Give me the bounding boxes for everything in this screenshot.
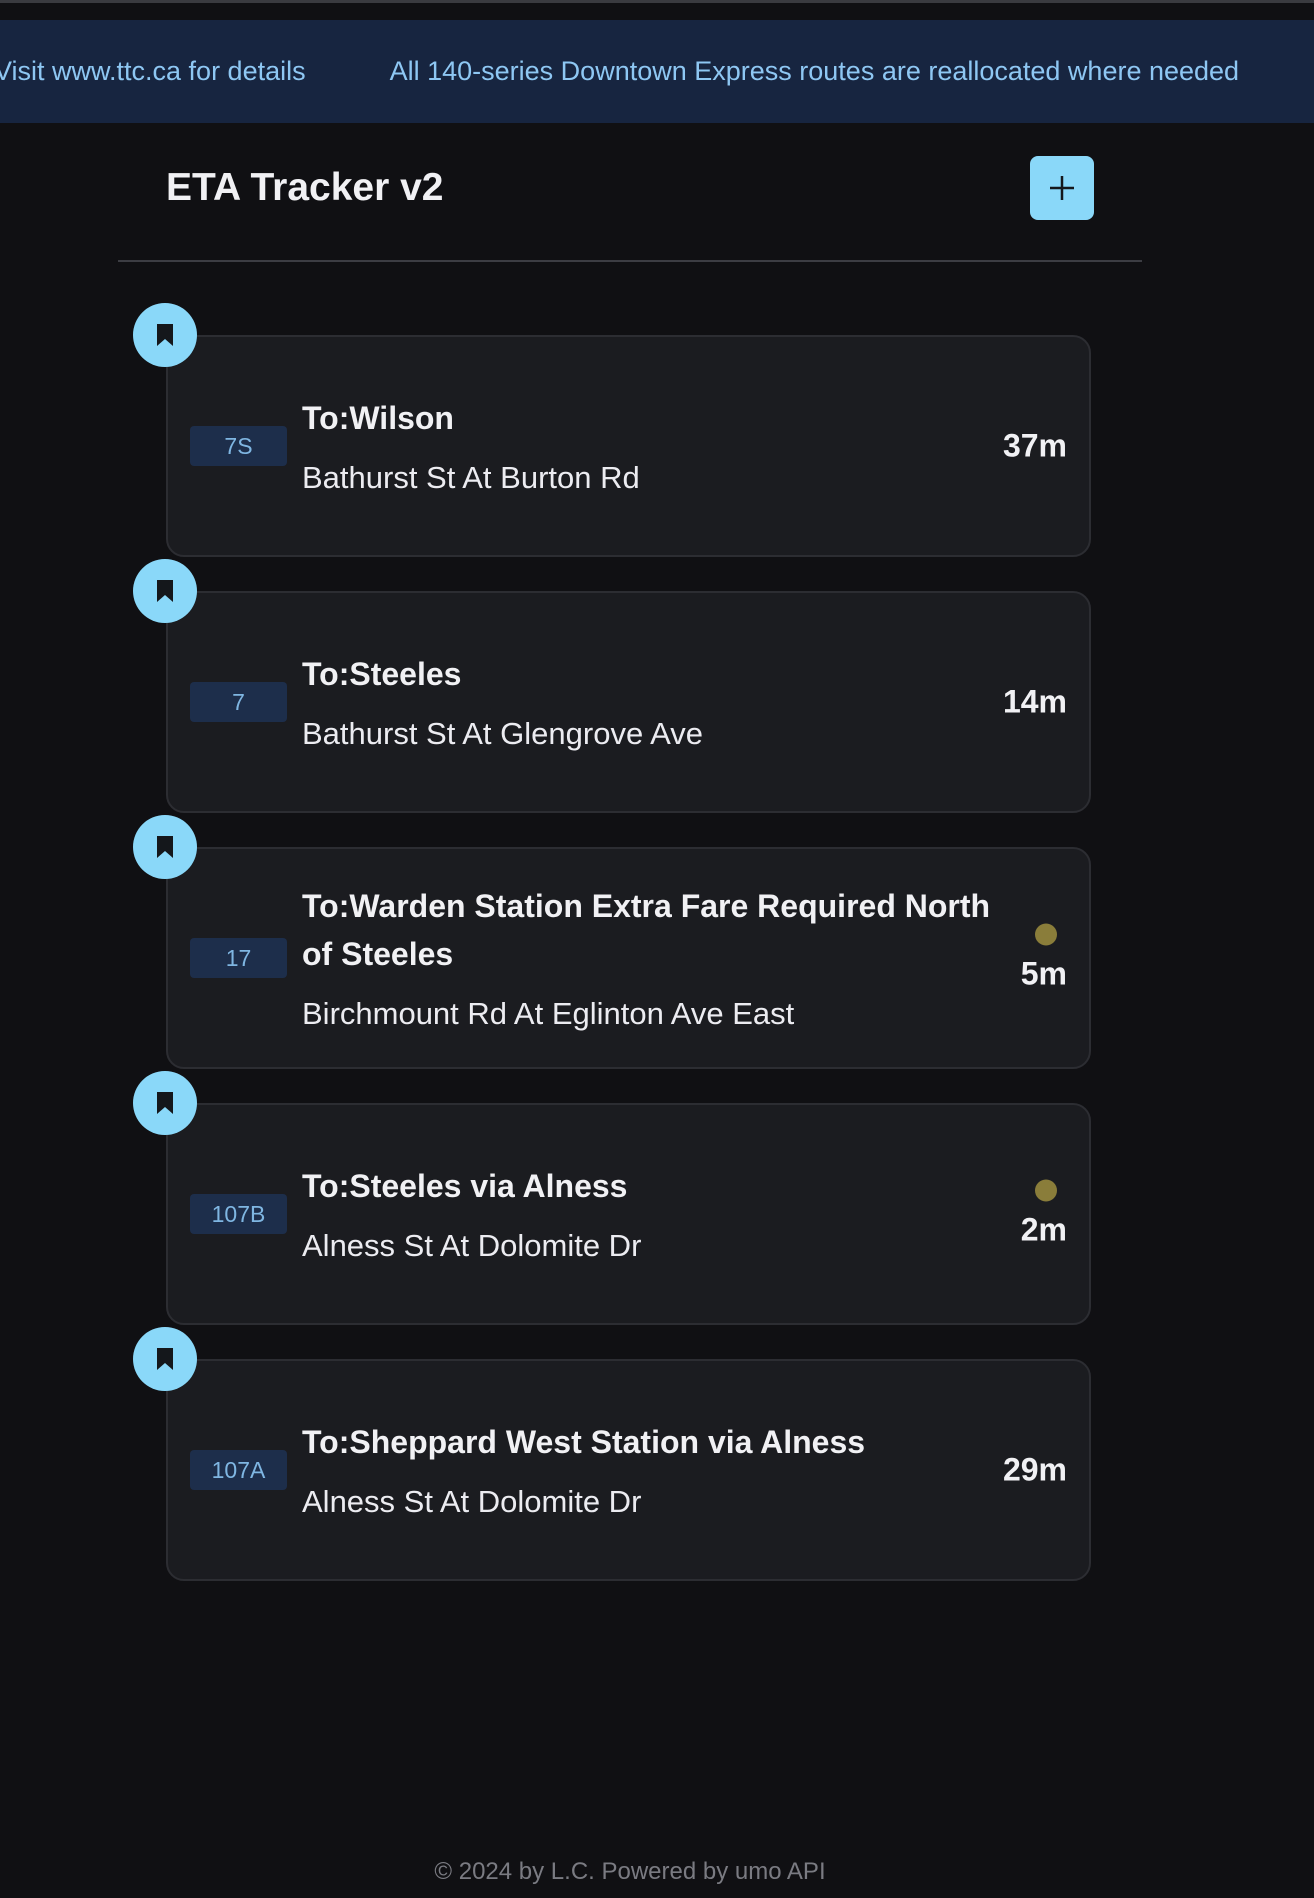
stop-card-item: 7 To:Steeles Bathurst St At Glengrove Av…: [133, 559, 1093, 813]
alert-message: All 140-series Downtown Express routes a…: [389, 56, 1240, 86]
service-alert-ticker: Visit www.ttc.ca for details All 140-ser…: [0, 20, 1314, 123]
live-tracking-indicator: [1035, 923, 1057, 946]
eta-value: 29m: [1002, 1451, 1067, 1488]
stop-card-item: 17 To:Warden Station Extra Fare Required…: [133, 815, 1093, 1069]
alert-message: Visit www.ttc.ca for details: [0, 56, 306, 86]
destination-label: To:Steeles: [302, 656, 462, 692]
route-badge: 17: [190, 938, 287, 978]
stop-card-item: 107B To:Steeles via Alness Alness St At …: [133, 1071, 1093, 1325]
bookmark-button[interactable]: [133, 1071, 197, 1135]
plus-icon: [1050, 176, 1074, 200]
bookmark-icon: [157, 1348, 173, 1370]
destination-label: To:Warden Station Extra Fare Required No…: [302, 888, 991, 972]
bookmark-icon: [157, 324, 173, 346]
stop-name: Birchmount Rd At Eglinton Ave East: [302, 996, 795, 1031]
add-stop-button[interactable]: [1030, 156, 1094, 220]
window-top-edge: [0, 0, 1314, 3]
saved-stops-list: 7S To:Wilson Bathurst St At Burton Rd 37…: [133, 303, 1093, 1583]
app-header: ETA Tracker v2: [118, 128, 1142, 262]
stop-card[interactable]: 7S To:Wilson Bathurst St At Burton Rd 37…: [166, 335, 1091, 557]
destination-label: To:Wilson: [302, 400, 454, 436]
eta-value: 37m: [1002, 427, 1067, 464]
footer-credit: © 2024 by L.C. Powered by umo API: [434, 1858, 826, 1885]
bookmark-button[interactable]: [133, 559, 197, 623]
stop-name: Alness St At Dolomite Dr: [302, 1484, 642, 1519]
eta-value: 5m: [1020, 955, 1067, 992]
bookmark-button[interactable]: [133, 303, 197, 367]
live-tracking-indicator: [1035, 1179, 1057, 1202]
stop-card[interactable]: 17 To:Warden Station Extra Fare Required…: [166, 847, 1091, 1069]
destination-label: To:Sheppard West Station via Alness: [302, 1424, 866, 1460]
route-badge: 7: [190, 682, 287, 722]
stop-name: Bathurst St At Burton Rd: [302, 460, 640, 495]
bookmark-icon: [157, 1092, 173, 1114]
stop-card[interactable]: 7 To:Steeles Bathurst St At Glengrove Av…: [166, 591, 1091, 813]
stop-card-item: 7S To:Wilson Bathurst St At Burton Rd 37…: [133, 303, 1093, 557]
page-title: ETA Tracker v2: [166, 166, 444, 209]
stop-name: Alness St At Dolomite Dr: [302, 1228, 642, 1263]
stop-card[interactable]: 107A To:Sheppard West Station via Alness…: [166, 1359, 1091, 1581]
route-badge: 7S: [190, 426, 287, 466]
bookmark-icon: [157, 836, 173, 858]
route-badge: 107B: [190, 1194, 287, 1234]
stop-name: Bathurst St At Glengrove Ave: [302, 716, 703, 751]
route-badge: 107A: [190, 1450, 287, 1490]
bookmark-icon: [157, 580, 173, 602]
destination-label: To:Steeles via Alness: [302, 1168, 628, 1204]
stop-card-item: 107A To:Sheppard West Station via Alness…: [133, 1327, 1093, 1581]
eta-value: 14m: [1002, 683, 1067, 720]
stop-card[interactable]: 107B To:Steeles via Alness Alness St At …: [166, 1103, 1091, 1325]
bookmark-button[interactable]: [133, 1327, 197, 1391]
eta-value: 2m: [1020, 1211, 1067, 1248]
bookmark-button[interactable]: [133, 815, 197, 879]
